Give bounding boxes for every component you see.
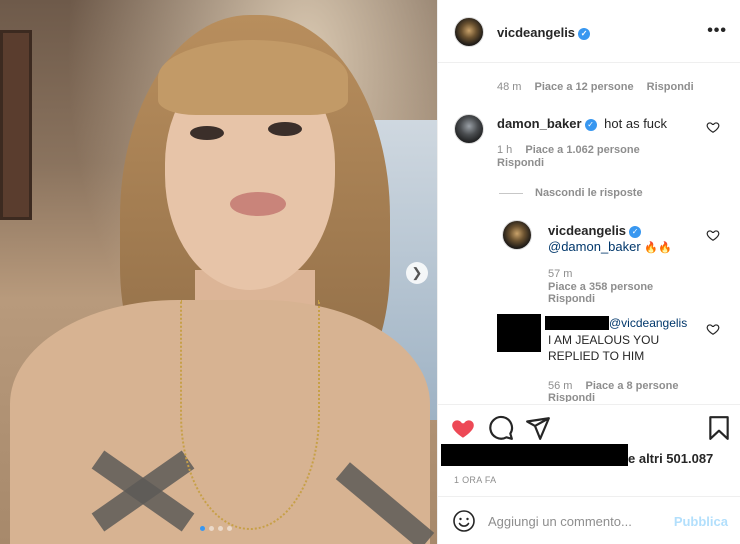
verified-badge-icon: ✓	[584, 119, 597, 131]
redacted-reply-mention: @vicdeangelis	[609, 316, 687, 330]
share-send-icon[interactable]	[525, 415, 551, 441]
author-avatar[interactable]	[454, 17, 484, 47]
reply-meta: 57 m	[548, 268, 572, 280]
carousel-indicator	[200, 526, 232, 531]
post-photo[interactable]: ​ ❯	[0, 0, 437, 544]
comment-like-heart-icon[interactable]	[706, 120, 720, 134]
carousel-dot-active	[200, 526, 205, 531]
next-slide-icon[interactable]: ❯	[406, 262, 428, 284]
post-action-bar	[438, 404, 740, 448]
comment-bubble-icon[interactable]	[488, 415, 514, 441]
redacted-avatar	[497, 314, 541, 352]
replies-divider	[499, 193, 523, 194]
comment-likes[interactable]: Piace a 1.062 persone	[525, 144, 639, 156]
reply-mention-link[interactable]: @vicdeangelis	[609, 316, 687, 330]
redacted-reply-line1: I AM JEALOUS YOU	[548, 333, 659, 347]
more-options-icon[interactable]: •••	[707, 22, 727, 40]
comment-reply-button[interactable]: Rispondi	[497, 157, 544, 169]
photo-eye-right	[268, 122, 302, 136]
commenter-avatar[interactable]	[454, 114, 484, 144]
author-username-text[interactable]: vicdeangelis	[497, 25, 575, 40]
comment-reply-button[interactable]: Rispondi	[548, 293, 595, 305]
comment-reply-button[interactable]: Rispondi	[647, 81, 694, 93]
photo-bangs	[158, 40, 348, 115]
comment-composer: Aggiungi un commento... Pubblica	[438, 496, 740, 544]
redacted-username	[545, 316, 609, 330]
likes-count[interactable]: e altri 501.087	[628, 451, 713, 466]
commenter-username[interactable]: damon_baker	[497, 116, 582, 131]
photo-lips	[230, 192, 286, 216]
fire-emoji: 🔥🔥	[644, 242, 672, 254]
verified-badge-icon: ✓	[629, 226, 642, 238]
comment-like-heart-icon[interactable]	[706, 322, 720, 336]
reply-meta: Rispondi	[548, 392, 595, 402]
comment-like-heart-icon[interactable]	[706, 228, 720, 242]
hide-replies-toggle[interactable]: Nascondi le risposte	[535, 187, 643, 199]
save-bookmark-icon[interactable]	[706, 415, 732, 441]
comment-meta: 48 m Piace a 12 persone Rispondi	[497, 81, 694, 93]
reply-body: @damon_baker 🔥🔥	[548, 239, 672, 254]
comment-time[interactable]: 1 h	[497, 144, 512, 156]
carousel-dot	[227, 526, 232, 531]
reply-meta: Piace a 358 persone	[548, 281, 653, 293]
reply-mention-link[interactable]: @damon_baker	[548, 239, 641, 254]
comment-likes[interactable]: Piace a 358 persone	[548, 281, 653, 293]
publish-button[interactable]: Pubblica	[674, 514, 728, 529]
comment-time[interactable]: 48 m	[497, 81, 521, 93]
redacted-reply-line2: REPLIED TO HIM	[548, 349, 644, 363]
photo-eye-left	[190, 126, 224, 140]
hide-replies-label[interactable]: Nascondi le risposte	[535, 187, 643, 199]
photo-wall-frame	[0, 30, 32, 220]
reply-header: vicdeangelis ✓	[548, 223, 642, 238]
comment-body: damon_baker ✓ hot as fuck	[497, 116, 667, 131]
redacted-likers	[441, 444, 628, 466]
comment-likes[interactable]: Piace a 8 persone	[586, 380, 679, 392]
post-side-panel: vicdeangelis ✓ ••• 48 m Piace a 12 person…	[437, 0, 740, 544]
post-timestamp[interactable]: 1 ORA FA	[454, 475, 496, 485]
like-heart-icon[interactable]	[450, 415, 476, 441]
emoji-smiley-icon[interactable]	[452, 509, 476, 533]
comment-likes[interactable]: Piace a 12 persone	[535, 81, 634, 93]
comment-text: I AM JEALOUS YOU	[548, 333, 660, 347]
carousel-dot	[218, 526, 223, 531]
reply-meta: Rispondi	[548, 293, 595, 305]
comment-text: REPLIED TO HIM	[548, 349, 645, 363]
photo-necklace	[180, 300, 320, 530]
comment-meta: 1 h Piace a 1.062 persone	[497, 144, 640, 156]
comment-input[interactable]: Aggiungi un commento...	[488, 514, 632, 529]
reply-username[interactable]: vicdeangelis	[548, 223, 626, 238]
comment-reply-button[interactable]: Rispondi	[548, 392, 595, 402]
reply-author-avatar[interactable]	[502, 220, 532, 250]
author-username[interactable]: vicdeangelis ✓	[497, 25, 591, 40]
comment-time[interactable]: 56 m	[548, 380, 572, 392]
comment-meta: Rispondi	[497, 157, 544, 169]
carousel-dot	[209, 526, 214, 531]
comment-time[interactable]: 57 m	[548, 268, 572, 280]
verified-badge-icon: ✓	[578, 28, 591, 40]
post-header: vicdeangelis ✓ •••	[438, 0, 740, 63]
comment-text: hot as fuck	[604, 116, 668, 131]
reply-meta: 56 m Piace a 8 persone	[548, 380, 678, 392]
